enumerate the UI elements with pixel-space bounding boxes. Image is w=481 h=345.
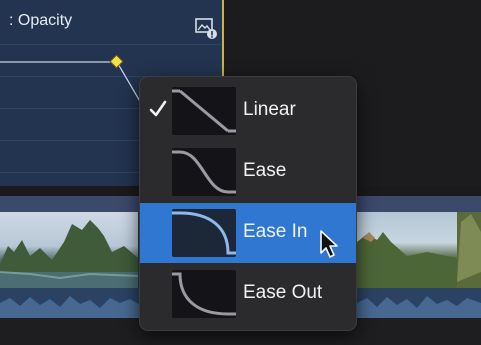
keyframe-marker[interactable] — [109, 54, 124, 69]
ease-out-curve-icon — [172, 270, 236, 318]
clip-thumbnail — [457, 212, 481, 288]
menu-item-label: Linear — [243, 99, 296, 120]
ease-in-curve-icon — [172, 209, 236, 257]
interpolation-menu: Linear Ease Ease In Ease Out — [139, 76, 357, 331]
menu-item-label: Ease — [243, 160, 287, 181]
mouse-pointer-icon — [320, 230, 338, 258]
image-info-icon[interactable] — [194, 16, 218, 40]
menu-item-linear[interactable]: Linear — [140, 81, 356, 141]
checkmark-icon — [149, 100, 167, 117]
linear-curve-icon — [172, 87, 236, 135]
menu-item-label: Ease In — [243, 221, 308, 242]
menu-item-ease[interactable]: Ease — [140, 142, 356, 202]
clip-thumbnail — [0, 212, 138, 288]
ease-curve-icon — [172, 148, 236, 196]
parameter-title: : Opacity — [9, 12, 73, 29]
video-editor-screen: : Opacity Linear Ease Ease In Ease Out — [0, 0, 481, 345]
menu-item-label: Ease Out — [243, 282, 323, 303]
clip-thumbnail — [357, 212, 457, 288]
menu-item-ease-out[interactable]: Ease Out — [140, 264, 356, 324]
